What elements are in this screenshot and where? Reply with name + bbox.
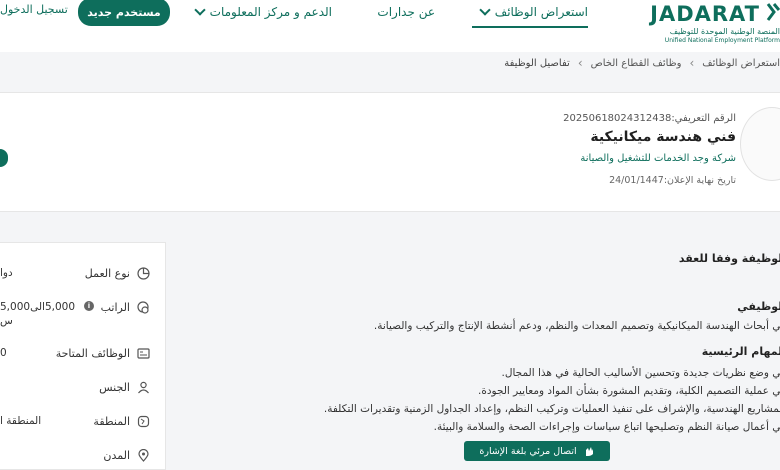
apply-button[interactable]: [0, 149, 8, 167]
nav-about-label: عن جدارات: [377, 5, 435, 19]
detail-value: 0: [0, 347, 7, 359]
id-card-icon: [137, 348, 150, 359]
task-item: في أعمال صيانة النظم وتصليحها اتباع سياس…: [433, 421, 780, 433]
top-header: JADARAT المنصة الوطنية الموحدة للتوظيف U…: [0, 0, 780, 52]
detail-row-cities: المدن: [0, 445, 166, 469]
nav-about[interactable]: عن جدارات: [377, 2, 435, 22]
detail-value: دوا: [0, 267, 13, 279]
breadcrumb-bar: استعراض الوظائف › وظائف القطاع الخاص › ت…: [0, 52, 780, 92]
sign-language-button-label: اتصال مرئي بلغة الإشارة: [479, 445, 577, 457]
logo-latin-text: JADARAT: [650, 2, 760, 26]
nav-browse-jobs[interactable]: استعراض الوظائف: [479, 2, 588, 22]
detail-row-salary: الراتب i 5,000الى5,000 س: [0, 297, 166, 333]
login-link[interactable]: تسجيل الدخول: [0, 3, 68, 16]
detail-value: المنطقة ا: [0, 415, 42, 427]
job-reference-label: الرقم التعريفي:: [671, 113, 736, 124]
detail-row-gender: الجنس: [0, 377, 166, 401]
jadarat-logo[interactable]: JADARAT المنصة الوطنية الموحدة للتوظيف U…: [650, 0, 780, 50]
logo-english-text: Unified National Employment Platform: [664, 37, 780, 44]
deadline-value: 24/01/1447: [609, 175, 664, 186]
breadcrumb-current: تفاصيل الوظيفة: [504, 57, 570, 69]
deadline-label: تاريخ نهاية الإعلان:: [663, 175, 736, 186]
nav-support[interactable]: الدعم و مركز المعلومات: [194, 2, 332, 22]
detail-row-vacancies: الوظائف المتاحة 0: [0, 343, 166, 367]
job-details-panel: نوع العمل دوا الراتب i 5,000الى5,000 س ا…: [0, 242, 166, 470]
detail-label: المنطقة: [93, 415, 130, 428]
task-item: في وضع نظريات جديدة وتحسين الأساليب الحا…: [501, 367, 780, 379]
detail-row-region: المنطقة المنطقة ا: [0, 411, 166, 435]
jadarat-mark-icon: [766, 3, 780, 21]
detail-label: الراتب: [100, 301, 130, 314]
task-item: للمشاريع الهندسية، والإشراف على تنفيذ ال…: [323, 403, 780, 415]
logo-arabic-text: المنصة الوطنية الموحدة للتوظيف: [669, 27, 780, 36]
tasks-heading: المهام الرئيسية: [701, 345, 780, 358]
summary-text: في أبحاث الهندسة الميكانيكية وتصميم المع…: [373, 320, 780, 332]
company-name-link[interactable]: شركة وجد الخدمات للتشغيل والصيانة: [580, 153, 736, 164]
detail-label: الجنس: [99, 381, 130, 394]
detail-value-currency: س: [0, 315, 13, 327]
breadcrumb-separator-icon: ›: [689, 56, 695, 70]
job-reference-value: 20250618024312438: [563, 113, 672, 124]
breadcrumb-browse-jobs[interactable]: استعراض الوظائف: [702, 58, 780, 69]
detail-label: نوع العمل: [84, 267, 130, 280]
region-map-icon: [137, 415, 150, 428]
nav-browse-jobs-label: استعراض الوظائف: [494, 5, 588, 19]
summary-heading: الوظيفي: [737, 300, 780, 313]
breadcrumb-private-sector[interactable]: وظائف القطاع الخاص: [591, 58, 682, 69]
salary-icon: [137, 301, 149, 314]
pie-chart-icon: [137, 267, 150, 280]
detail-label: الوظائف المتاحة: [55, 347, 130, 360]
detail-label: المدن: [103, 449, 130, 462]
info-icon[interactable]: i: [84, 301, 94, 311]
task-item: في عملية التصميم الكلية، وتقديم المشورة …: [478, 385, 780, 397]
new-user-button[interactable]: مستخدم جديد: [78, 0, 170, 26]
job-description: الوظيفة وفقا للعقد الوظيفي في أبحاث الهن…: [190, 228, 780, 470]
company-logo: [740, 107, 780, 181]
job-summary-card: الرقم التعريفي:20250618024312438 فني هند…: [0, 92, 780, 212]
user-icon: [138, 381, 149, 394]
breadcrumb: استعراض الوظائف › وظائف القطاع الخاص › ت…: [504, 56, 780, 70]
job-title: فني هندسة ميكانيكية: [590, 129, 736, 145]
nav-support-label: الدعم و مركز المعلومات: [209, 5, 332, 19]
contract-heading: الوظيفة وفقا للعقد: [678, 252, 780, 265]
detail-row-job-type: نوع العمل دوا: [0, 263, 166, 287]
chevron-down-icon: [194, 4, 206, 16]
location-pin-icon: [138, 449, 149, 462]
active-nav-underline: [472, 26, 588, 28]
job-reference: الرقم التعريفي:20250618024312438: [563, 113, 736, 124]
chevron-down-icon: [479, 4, 491, 16]
sign-language-call-button[interactable]: اتصال مرئي بلغة الإشارة: [464, 441, 610, 461]
breadcrumb-separator-icon: ›: [577, 56, 583, 70]
hand-sign-icon: [585, 447, 593, 456]
job-deadline: تاريخ نهاية الإعلان:24/01/1447: [609, 175, 736, 186]
detail-value: 5,000الى5,000: [0, 301, 75, 313]
